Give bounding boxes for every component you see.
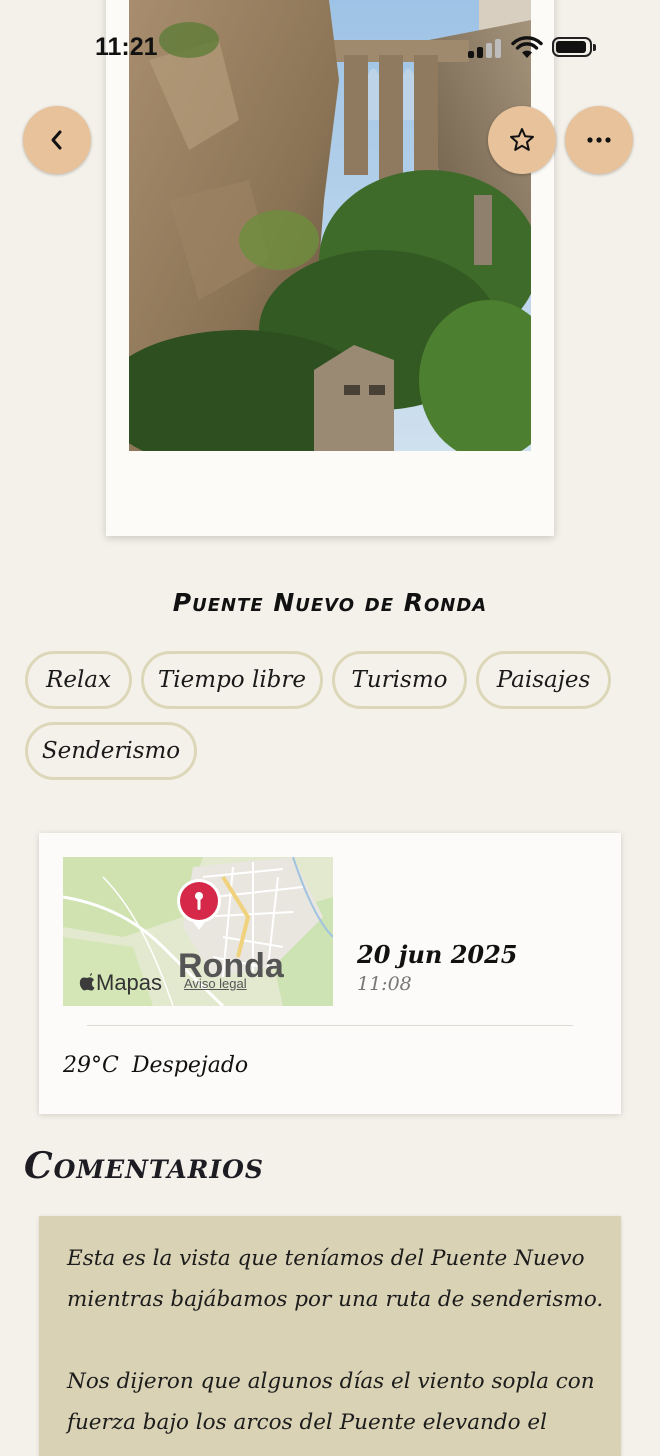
visit-date: 20 jun 2025: [357, 940, 518, 969]
tag-chip[interactable]: Relax: [25, 651, 132, 709]
cellular-signal-icon: [468, 38, 504, 58]
star-icon: [510, 128, 534, 151]
divider: [87, 1025, 573, 1026]
status-time: 11:21: [95, 33, 158, 61]
wifi-icon: [511, 36, 543, 58]
comments-heading: Comentarios: [24, 1145, 264, 1187]
comment-card: Esta es la vista que teníamos del Puente…: [39, 1216, 621, 1456]
ellipsis-icon: [587, 137, 611, 143]
visit-time: 11:08: [357, 973, 412, 995]
weather-info: 29°C Despejado: [63, 1053, 248, 1078]
status-bar: 11:21: [0, 0, 660, 96]
place-title: Puente Nuevo de Ronda: [172, 588, 488, 617]
weather-temperature: 29°C: [63, 1053, 119, 1078]
map-pin-icon: [177, 879, 221, 930]
more-options-button[interactable]: [565, 106, 633, 174]
back-button[interactable]: [23, 106, 91, 174]
tag-chip[interactable]: Turismo: [332, 651, 467, 709]
favorite-button[interactable]: [488, 106, 556, 174]
weather-condition: Despejado: [131, 1053, 249, 1078]
map-legal-link[interactable]: Aviso legal: [184, 976, 247, 991]
info-card: Mapas Ronda Aviso legal 20 jun 2025 11:0…: [39, 833, 621, 1114]
map-brand-label: Mapas: [96, 970, 163, 995]
apple-logo-icon: [79, 973, 95, 991]
battery-icon: [552, 37, 596, 57]
map-preview[interactable]: Mapas Ronda Aviso legal: [63, 857, 333, 1006]
tag-chip[interactable]: Paisajes: [476, 651, 611, 709]
comment-text: Esta es la vista que teníamos del Puente…: [67, 1246, 604, 1435]
tag-chip[interactable]: Tiempo libre: [141, 651, 323, 709]
chevron-left-icon: [51, 130, 62, 150]
tag-chip[interactable]: Senderismo: [25, 722, 197, 780]
